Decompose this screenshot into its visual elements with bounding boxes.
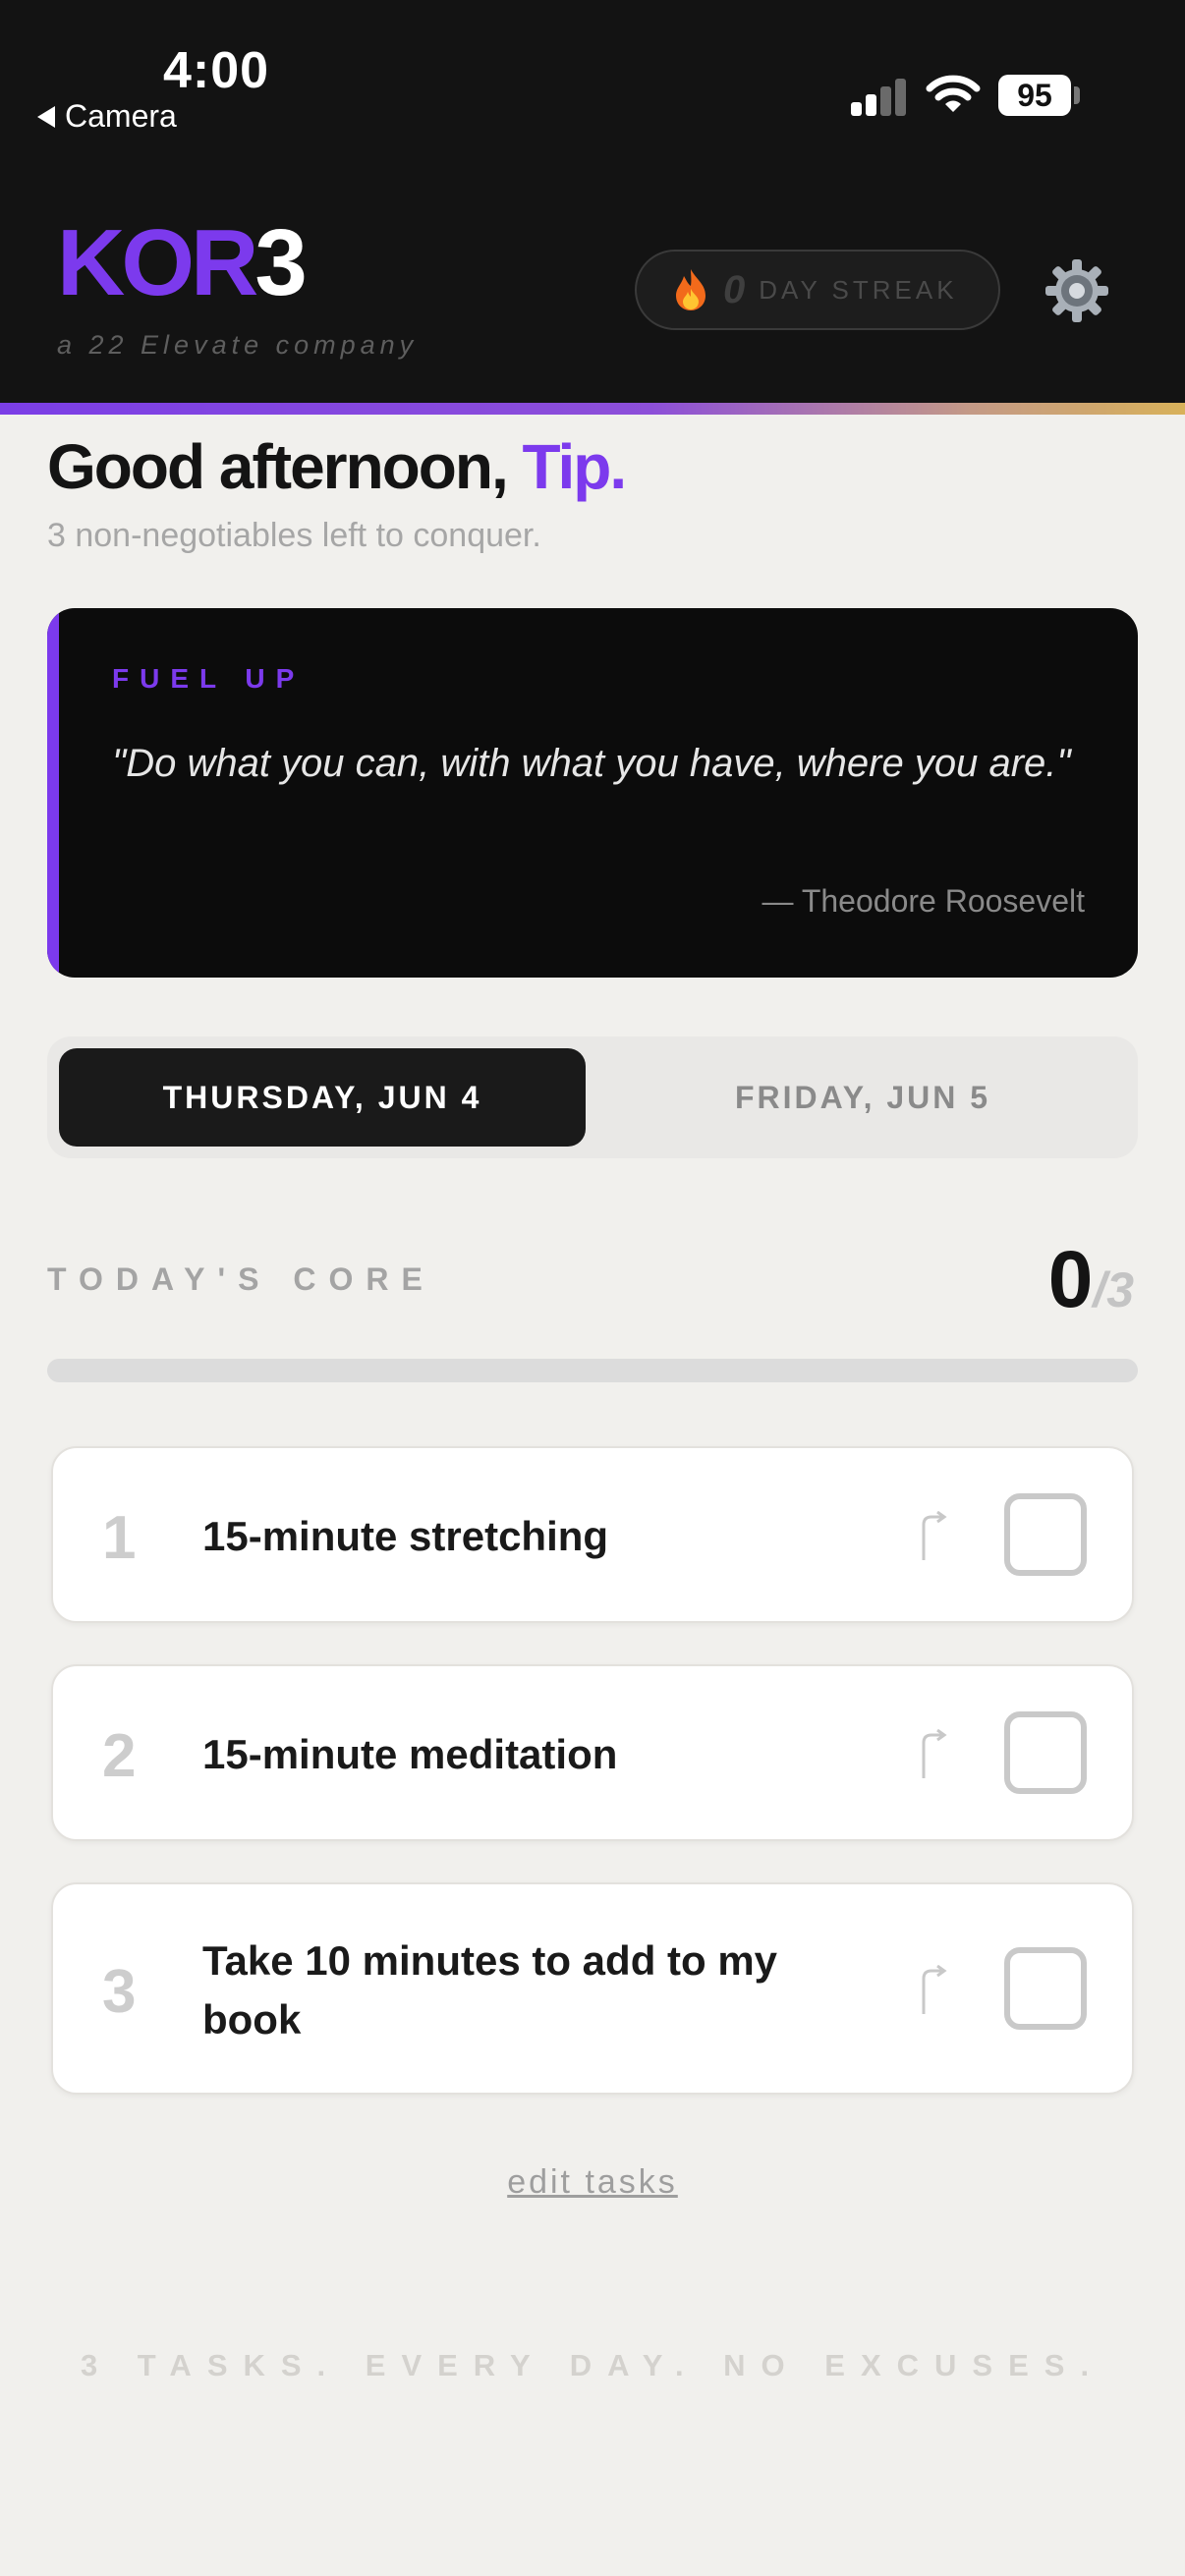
task-checkbox[interactable] [1004, 1493, 1087, 1576]
greeting-subtitle: 3 non-negotiables left to conquer. [47, 517, 541, 554]
cellular-signal-icon [851, 79, 908, 116]
task-number: 2 [102, 1722, 137, 1790]
day-selector: THURSDAY, JUN 4 FRIDAY, JUN 5 [47, 1036, 1138, 1158]
task-number: 1 [102, 1504, 137, 1572]
quote-card: FUEL UP "Do what you can, with what you … [47, 608, 1138, 978]
battery-indicator: 95 [998, 75, 1071, 116]
quote-text: "Do what you can, with what you have, wh… [112, 742, 1071, 785]
task-card: 1 15-minute stretching [51, 1446, 1134, 1623]
back-to-camera-link[interactable]: Camera [37, 98, 177, 135]
company-tagline: a 22 Elevate company [57, 330, 419, 360]
greeting-user-name: Tip. [522, 431, 628, 502]
task-number: 3 [102, 1958, 137, 2026]
app-header: 4:00 Camera 95 KOR3 a 22 Elevate company [0, 0, 1185, 403]
task-card: 2 15-minute meditation [51, 1664, 1134, 1841]
app-screen: 4:00 Camera 95 KOR3 a 22 Elevate company [0, 0, 1185, 2576]
quote-author: — Theodore Roosevelt [762, 883, 1085, 919]
flame-icon [676, 269, 705, 310]
streak-label: DAY STREAK [759, 274, 958, 305]
day-streak-badge[interactable]: 0 DAY STREAK [635, 250, 1000, 330]
logo-3: 3 [254, 210, 307, 315]
gear-icon[interactable] [1044, 257, 1110, 324]
status-time: 4:00 [163, 42, 270, 99]
back-link-label: Camera [65, 98, 177, 134]
core-progress-bar [47, 1359, 1138, 1382]
logo-kor: KOR [57, 210, 258, 315]
task-text: 15-minute stretching [202, 1513, 609, 1559]
wifi-icon [926, 75, 981, 112]
core-total-count: /3 [1093, 1262, 1134, 1317]
app-logo: KOR3 [57, 216, 308, 310]
task-card: 3 Take 10 minutes to add to my book [51, 1882, 1134, 2095]
streak-count: 0 [723, 267, 746, 311]
task-text: 15-minute meditation [202, 1731, 618, 1777]
task-checkbox[interactable] [1004, 1711, 1087, 1794]
header-accent-bar [0, 403, 1185, 415]
task-redirect-icon[interactable] [916, 1511, 949, 1562]
footer-motto: 3 TASKS. EVERY DAY. NO EXCUSES. [80, 2348, 1105, 2382]
greeting-heading: Good afternoon, Tip. [47, 430, 628, 503]
todays-core-label: TODAY'S CORE [47, 1261, 435, 1297]
task-checkbox[interactable] [1004, 1947, 1087, 2030]
core-done-count: 0 [1047, 1235, 1094, 1324]
quote-accent-stripe [47, 608, 59, 978]
greeting-prefix: Good afternoon, [47, 431, 523, 502]
edit-tasks-link[interactable]: edit tasks [0, 2163, 1185, 2202]
quote-kicker: FUEL UP [112, 663, 306, 694]
tab-friday[interactable]: FRIDAY, JUN 5 [599, 1048, 1126, 1147]
back-arrow-icon [37, 105, 55, 128]
tab-thursday[interactable]: THURSDAY, JUN 4 [59, 1048, 586, 1147]
task-redirect-icon[interactable] [916, 1729, 949, 1780]
task-redirect-icon[interactable] [916, 1965, 949, 2016]
battery-tip [1074, 86, 1080, 104]
task-text: Take 10 minutes to add to my book [202, 1937, 778, 2043]
core-progress-count: 0 /3 [1048, 1234, 1134, 1326]
